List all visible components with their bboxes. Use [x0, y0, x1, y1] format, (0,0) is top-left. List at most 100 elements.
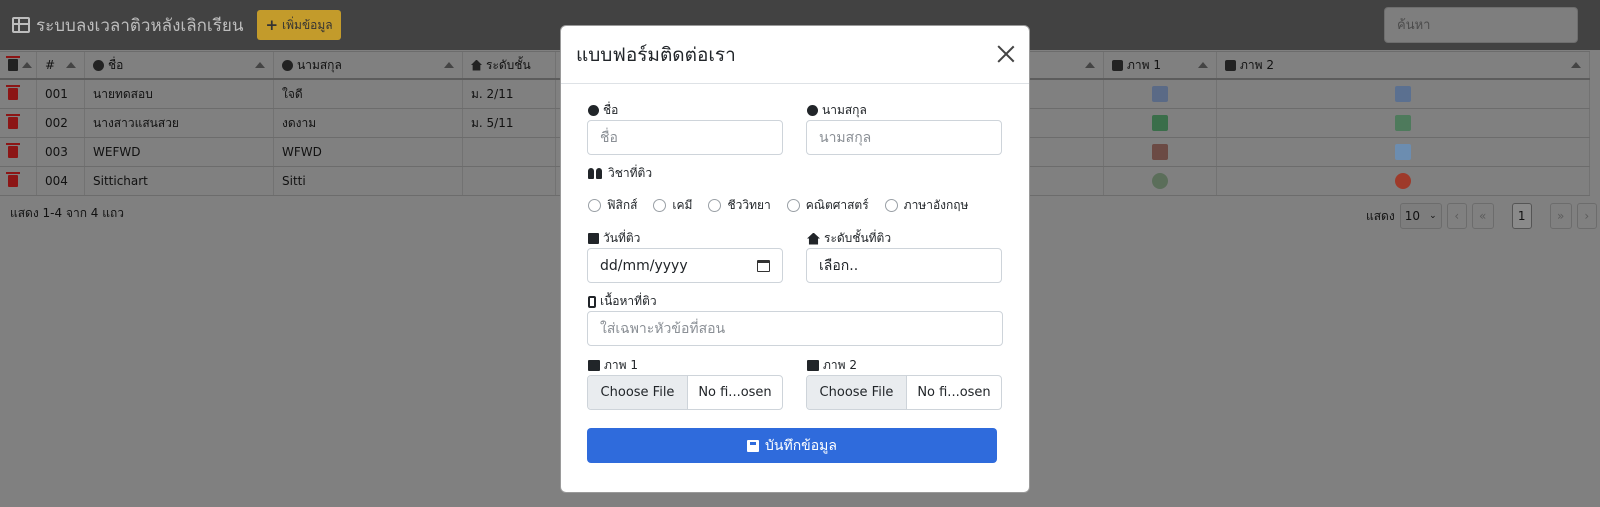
image-2-label: ภาพ 2: [807, 356, 857, 375]
choose-file-button[interactable]: Choose File: [588, 376, 688, 409]
row-image-2[interactable]: [1217, 167, 1590, 195]
house-icon: [471, 59, 482, 71]
page-size-select[interactable]: 10 ⌄: [1399, 203, 1442, 229]
image-icon: [807, 360, 819, 371]
file-name: No fi...osen: [917, 385, 991, 400]
row-number: 004: [37, 167, 85, 195]
row-last-name: WFWD: [274, 138, 463, 166]
delete-cell[interactable]: [0, 109, 37, 137]
date-label: วันที่ติว: [588, 229, 640, 248]
sort-icon: [22, 62, 32, 68]
trash-icon[interactable]: [6, 143, 20, 158]
delete-cell[interactable]: [0, 167, 37, 195]
row-image-2[interactable]: [1217, 109, 1590, 137]
row-level: ม. 2/11: [463, 80, 556, 108]
row-level: [463, 138, 556, 166]
image-1-file-input[interactable]: Choose File No fi...osen: [587, 375, 783, 410]
sort-icon: [1198, 62, 1208, 68]
row-last-name: ใจดี: [274, 80, 463, 108]
thumbnail-image[interactable]: [1152, 115, 1168, 131]
page-button-1[interactable]: 1: [1511, 203, 1532, 229]
row-image-2[interactable]: [1217, 80, 1590, 108]
contact-form-modal: แบบฟอร์มติดต่อเรา ชื่อ นามสกุล วิชาที่ติ…: [560, 25, 1030, 493]
choose-file-button[interactable]: Choose File: [807, 376, 907, 409]
radio-chemistry[interactable]: เคมี: [653, 196, 692, 215]
row-image-1[interactable]: [1104, 167, 1217, 195]
calendar-icon[interactable]: [757, 259, 770, 272]
last-name-input[interactable]: [806, 120, 1002, 155]
thumbnail-image[interactable]: [1395, 173, 1411, 189]
user-circle-icon: [588, 105, 599, 116]
radio-button[interactable]: [884, 199, 898, 212]
prev-page-button[interactable]: «: [1471, 203, 1494, 229]
row-last-name: งดงาม: [274, 109, 463, 137]
subject-radio-group: ฟิสิกส์ เคมี ชีววิทยา คณิตศาสตร์ ภาษาอัง…: [588, 196, 968, 215]
row-image-1[interactable]: [1104, 138, 1217, 166]
image-icon: [588, 360, 600, 371]
save-button[interactable]: บันทึกข้อมูล: [587, 428, 997, 463]
content-input[interactable]: [587, 311, 1003, 346]
row-first-name: WEFWD: [85, 138, 274, 166]
row-number: 003: [37, 138, 85, 166]
table-info: แสดง 1-4 จาก 4 แถว: [10, 206, 124, 220]
header-image-2[interactable]: ภาพ 2: [1217, 52, 1590, 78]
row-first-name: นายทดสอบ: [85, 80, 274, 108]
thumbnail-image[interactable]: [1152, 144, 1168, 160]
plus-icon: +: [265, 16, 279, 34]
radio-math[interactable]: คณิตศาสตร์: [786, 196, 869, 215]
last-name-label: นามสกุล: [807, 101, 867, 120]
first-name-input[interactable]: [587, 120, 783, 155]
level-select[interactable]: เลือก..: [806, 248, 1002, 283]
add-record-label: เพิ่มข้อมูล: [282, 17, 333, 32]
user-plus-icon: [282, 59, 293, 71]
header-image-1[interactable]: ภาพ 1: [1104, 52, 1217, 78]
page-size-label: แสดง: [1366, 208, 1395, 223]
row-level: [463, 167, 556, 195]
image-2-file-input[interactable]: Choose File No fi...osen: [806, 375, 1002, 410]
delete-cell[interactable]: [0, 80, 37, 108]
header-level[interactable]: ระดับชั้น: [463, 52, 556, 78]
radio-button[interactable]: [708, 199, 722, 212]
thumbnail-image[interactable]: [1395, 86, 1411, 102]
header-first-name[interactable]: ชื่อ: [85, 52, 274, 78]
radio-button[interactable]: [786, 199, 800, 212]
header-last-name[interactable]: นามสกุล: [274, 52, 463, 78]
header-number[interactable]: #: [37, 52, 85, 78]
image-icon: [1112, 59, 1123, 71]
brand: ระบบลงเวลาติวหลังเลิกเรียน: [12, 12, 243, 39]
row-image-1[interactable]: [1104, 80, 1217, 108]
trash-icon[interactable]: [6, 172, 20, 187]
thumbnail-image[interactable]: [1395, 115, 1411, 131]
radio-biology[interactable]: ชีววิทยา: [708, 196, 771, 215]
add-record-button[interactable]: + เพิ่มข้อมูล: [257, 10, 341, 40]
sort-icon: [255, 62, 265, 68]
last-page-button[interactable]: ›: [1576, 203, 1597, 229]
radio-physics[interactable]: ฟิสิกส์: [588, 196, 637, 215]
thumbnail-image[interactable]: [1152, 173, 1168, 189]
header-delete[interactable]: [0, 52, 37, 78]
mobile-icon: [588, 295, 596, 308]
sort-icon: [66, 62, 76, 68]
close-icon[interactable]: [997, 45, 1015, 63]
radio-english[interactable]: ภาษาอังกฤษ: [884, 196, 968, 215]
page-size-value: 10: [1404, 209, 1420, 223]
modal-header: แบบฟอร์มติดต่อเรา: [561, 26, 1029, 84]
pagination: แสดง 10 ⌄ ‹ « 1 » ›: [1366, 203, 1597, 229]
trash-icon[interactable]: [6, 85, 20, 100]
file-name: No fi...osen: [698, 385, 772, 400]
radio-button[interactable]: [653, 199, 667, 212]
delete-cell[interactable]: [0, 138, 37, 166]
radio-button[interactable]: [588, 199, 601, 212]
thumbnail-image[interactable]: [1395, 144, 1411, 160]
date-input[interactable]: dd/mm/yyyy: [587, 248, 783, 283]
search-input[interactable]: [1384, 7, 1578, 43]
next-page-button[interactable]: »: [1549, 203, 1572, 229]
row-image-2[interactable]: [1217, 138, 1590, 166]
trash-icon[interactable]: [6, 114, 20, 129]
first-page-button[interactable]: ‹: [1446, 203, 1467, 229]
calendar-icon: [588, 233, 599, 244]
sort-icon: [1571, 62, 1581, 68]
house-icon: [807, 232, 820, 245]
row-image-1[interactable]: [1104, 109, 1217, 137]
thumbnail-image[interactable]: [1152, 86, 1168, 102]
